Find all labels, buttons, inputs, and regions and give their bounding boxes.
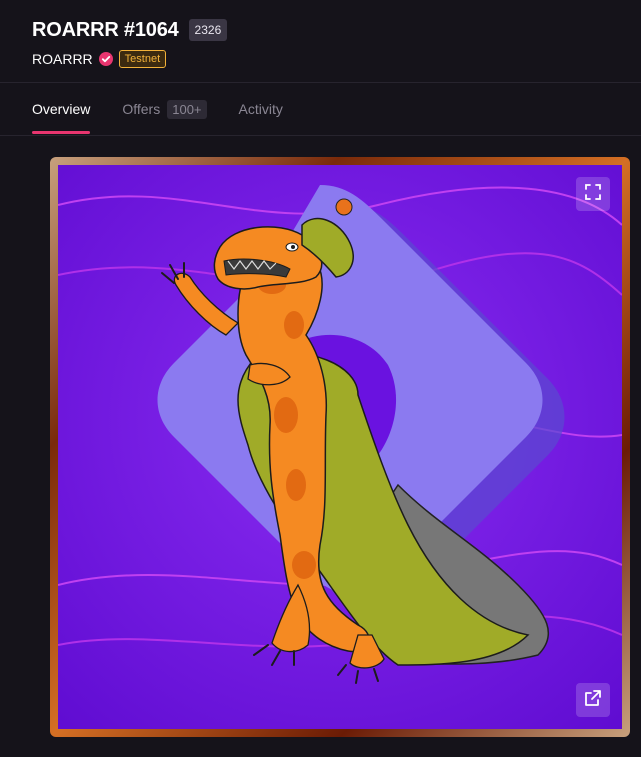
tab-offers[interactable]: Offers 100+ [122,84,207,134]
collection-row: ROARRR Testnet [32,48,227,70]
asset-title: ROARRR #1064 [32,18,179,41]
verified-check-icon [98,52,113,66]
expand-icon [584,183,602,206]
offers-count-badge: 100+ [167,99,207,119]
title-row: ROARRR #1064 2326 [32,16,228,44]
external-link-icon [584,689,602,712]
tab-overview[interactable]: Overview [32,84,91,134]
tab-activity-label: Activity [238,101,283,117]
nft-image-frame [50,157,630,737]
tab-bar: Overview Offers 100+ Activity [32,84,283,134]
nft-image[interactable] [58,165,622,729]
header-divider [0,82,641,83]
testnet-badge: Testnet [118,50,167,68]
tab-overview-label: Overview [32,101,91,117]
rank-badge: 2326 [188,19,228,41]
open-external-button[interactable] [576,683,610,717]
asset-header: ROARRR #1064 2326 ROARRR Testnet [32,16,228,70]
expand-button[interactable] [576,177,610,211]
tab-offers-label: Offers [122,101,161,117]
tab-activity[interactable]: Activity [239,84,283,134]
collection-link[interactable]: ROARRR [32,51,93,67]
nft-artwork [58,165,622,729]
tabs-divider [0,135,641,136]
